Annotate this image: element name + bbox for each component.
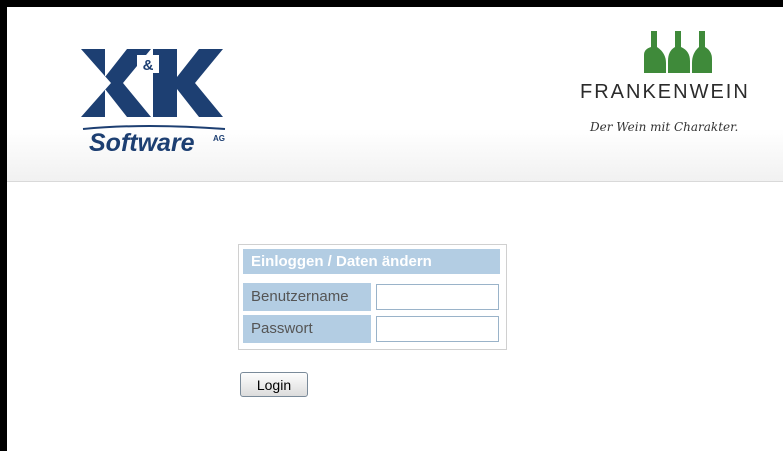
frankenwein-slogan: Der Wein mit Charakter. <box>590 120 739 134</box>
username-input[interactable] <box>376 284 499 310</box>
kk-ag-superscript: AG <box>213 134 225 143</box>
password-input[interactable] <box>376 316 499 342</box>
kk-software-logo-graphic: & Software AG <box>81 49 226 157</box>
login-form: Einloggen / Daten ändern Benutzername Pa… <box>238 244 507 350</box>
kk-software-logo: & Software AG <box>75 45 235 157</box>
frankenwein-logo: FRANKENWEIN Der Wein mit Charakter. <box>573 29 783 149</box>
kk-ampersand: & <box>143 57 154 74</box>
page-frame: & Software AG FRANKENWEIN Der Wein mit C… <box>7 7 783 451</box>
frankenwein-wordmark: FRANKENWEIN <box>580 81 750 103</box>
login-button[interactable]: Login <box>240 372 308 397</box>
password-label: Passwort <box>243 315 371 343</box>
username-label: Benutzername <box>243 283 371 311</box>
login-form-title: Einloggen / Daten ändern <box>243 249 500 274</box>
wine-bottles-icon <box>644 31 712 73</box>
header: & Software AG FRANKENWEIN Der Wein mit C… <box>7 7 783 182</box>
kk-software-wordmark: Software <box>89 129 195 157</box>
